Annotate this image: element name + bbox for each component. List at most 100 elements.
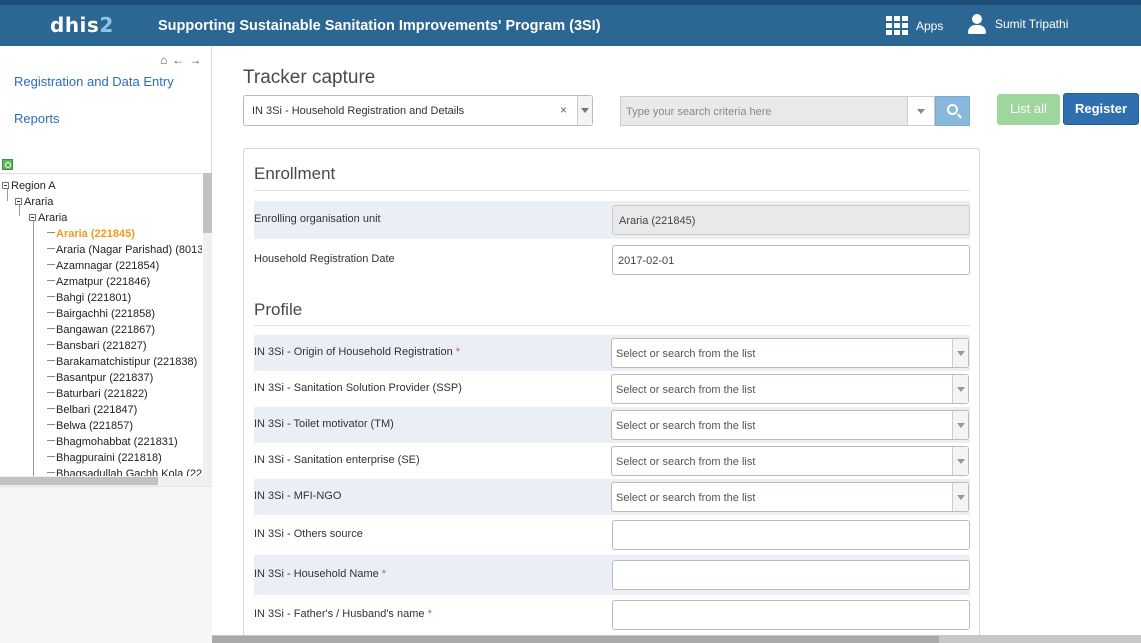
search-options-dropdown[interactable] [907, 96, 935, 126]
field-label: Household Registration Date [254, 253, 395, 265]
tree-connector [47, 264, 55, 265]
profile-text-field[interactable] [612, 520, 970, 550]
logo-accent-text: 2 [99, 13, 114, 37]
tree-item[interactable]: Araria (221845) [2, 226, 202, 242]
tree-item[interactable]: Basantpur (221837) [2, 370, 202, 386]
tree-item[interactable]: Araria [2, 194, 202, 210]
form-row-profile-field: IN 3Si - Origin of Household Registratio… [254, 335, 970, 371]
form-row-profile-field: IN 3Si - Household Name * [254, 555, 970, 595]
tree-connector [47, 376, 55, 377]
select-dropdown-toggle[interactable] [952, 483, 968, 511]
program-select-value: IN 3Si - Household Registration and Deta… [252, 105, 465, 117]
tree-item[interactable]: Bhagmohabbat (221831) [2, 434, 202, 450]
field-label: IN 3Si - Toilet motivator (TM) [254, 418, 394, 430]
select-dropdown-toggle[interactable] [952, 447, 968, 475]
collapse-toggle-icon[interactable] [29, 214, 36, 221]
tree-connector [47, 408, 55, 409]
dhis2-logo[interactable]: dhis2 [50, 13, 114, 37]
register-button[interactable]: Register [1063, 93, 1139, 125]
chevron-down-icon [957, 351, 965, 356]
field-label: IN 3Si - Sanitation enterprise (SE) [254, 454, 420, 466]
tree-connector [47, 328, 55, 329]
form-row-profile-field: IN 3Si - Father's / Husband's name * [254, 595, 970, 635]
back-arrow-icon[interactable]: ← [172, 53, 184, 67]
tree-item[interactable]: Barakamatchistipur (221838) [2, 354, 202, 370]
field-label-text: IN 3Si - Sanitation enterprise (SE) [254, 454, 420, 466]
forward-arrow-icon[interactable]: → [189, 53, 201, 67]
chevron-down-icon [957, 495, 965, 500]
select-dropdown-toggle[interactable] [952, 411, 968, 439]
profile-select-field[interactable]: Select or search from the list [611, 482, 969, 512]
field-label: Enrolling organisation unit [254, 213, 381, 225]
field-label-text: IN 3Si - Sanitation Solution Provider (S… [254, 382, 462, 394]
apps-label: Apps [916, 18, 944, 33]
sidebar-nav-icons: ⌂ ← → [160, 53, 201, 67]
section-divider [254, 190, 970, 191]
program-select[interactable]: IN 3Si - Household Registration and Deta… [243, 95, 593, 126]
profile-select-field[interactable]: Select or search from the list [611, 374, 969, 404]
tree-search-icon[interactable] [2, 159, 13, 170]
program-dropdown-toggle[interactable] [577, 96, 592, 125]
collapse-toggle-icon[interactable] [2, 182, 9, 189]
tree-item[interactable]: Bangawan (221867) [2, 322, 202, 338]
select-dropdown-toggle[interactable] [952, 375, 968, 403]
required-asterisk: * [427, 608, 432, 620]
tree-item[interactable]: Region A [2, 178, 202, 194]
search-button[interactable] [935, 96, 970, 126]
profile-select-field[interactable]: Select or search from the list [611, 338, 969, 368]
tree-item[interactable]: Bansbari (221827) [2, 338, 202, 354]
tree-item[interactable]: Azmatpur (221846) [2, 274, 202, 290]
tree-item-label: Azamnagar (221854) [56, 260, 160, 272]
home-icon[interactable]: ⌂ [160, 53, 167, 67]
list-all-button[interactable]: List all [997, 94, 1060, 125]
field-label: IN 3Si - MFI-NGO [254, 490, 341, 502]
profile-select-field[interactable]: Select or search from the list [611, 446, 969, 476]
apps-menu-button[interactable]: Apps [886, 16, 943, 35]
profile-section-title: Profile [254, 300, 303, 319]
field-label: IN 3Si - Father's / Husband's name * [254, 608, 432, 620]
tree-connector [47, 312, 55, 313]
tree-item-label: Araria [24, 196, 54, 208]
tree-item[interactable]: Bairgachhi (221858) [2, 306, 202, 322]
tree-item[interactable]: Baturbari (221822) [2, 386, 202, 402]
tree-connector [47, 472, 55, 473]
registration-date-field[interactable]: 2017-02-01 [612, 245, 970, 275]
tree-item[interactable]: Belbari (221847) [2, 402, 202, 418]
page-horizontal-scrollbar[interactable] [212, 635, 1141, 643]
required-asterisk: * [381, 568, 387, 580]
field-label-text: IN 3Si - Origin of Household Registratio… [254, 346, 453, 358]
tree-item-label: Bhagpuraini (221818) [56, 452, 162, 464]
tree-connector [47, 424, 55, 425]
tree-connector [47, 456, 55, 457]
tree-item[interactable]: Araria (Nagar Parishad) (80130 [2, 242, 202, 258]
select-dropdown-toggle[interactable] [952, 339, 968, 367]
profile-select-field[interactable]: Select or search from the list [611, 410, 969, 440]
tree-item[interactable]: Bahgi (221801) [2, 290, 202, 306]
field-label-text: IN 3Si - MFI-NGO [254, 490, 342, 502]
tree-item-label: Bairgachhi (221858) [56, 308, 156, 320]
tree-item[interactable]: Araria [2, 210, 202, 226]
sidebar-link-reports[interactable]: Reports [14, 111, 60, 126]
tree-item-label: Belwa (221857) [56, 420, 134, 432]
tree-item[interactable]: Azamnagar (221854) [2, 258, 202, 274]
chevron-down-icon [917, 109, 925, 114]
user-profile-button[interactable]: Sumit Tripathi [968, 14, 1068, 34]
collapse-toggle-icon[interactable] [15, 198, 22, 205]
tree-item[interactable]: Belwa (221857) [2, 418, 202, 434]
tree-item-label: Araria [38, 212, 68, 224]
clear-program-icon[interactable]: × [560, 103, 567, 117]
tree-connector [47, 280, 55, 281]
search-input[interactable]: Type your search criteria here [620, 96, 907, 126]
tree-vertical-scrollbar[interactable] [203, 173, 212, 478]
logo-main-text: dhis [50, 13, 100, 37]
profile-text-field[interactable] [612, 600, 970, 630]
profile-text-field[interactable] [612, 560, 970, 590]
tree-horizontal-scrollbar[interactable] [0, 476, 212, 486]
tree-item-label: Bhagmohabbat (221831) [56, 436, 178, 448]
sidebar-link-registration[interactable]: Registration and Data Entry [14, 74, 174, 89]
enrolling-org-unit-field: Araria (221845) [612, 205, 970, 235]
required-asterisk: * [455, 346, 461, 358]
tree-item[interactable]: Bhagpuraini (221818) [2, 450, 202, 466]
select-placeholder: Select or search from the list [616, 492, 756, 504]
enrollment-form-panel: Enrollment Enrolling organisation unit A… [243, 148, 980, 643]
